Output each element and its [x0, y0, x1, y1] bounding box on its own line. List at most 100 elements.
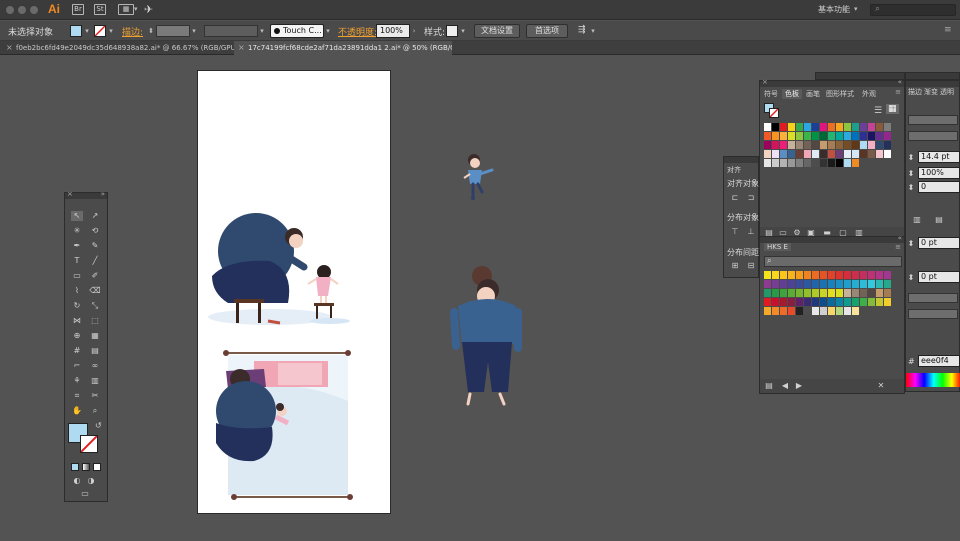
stroke-weight-field[interactable] — [156, 25, 190, 37]
shaper-tool-icon[interactable]: ⌇ — [71, 286, 83, 296]
screen-mode-icon[interactable]: ▭ — [79, 489, 91, 499]
opacity-field[interactable]: 100% — [376, 24, 410, 38]
hex-color-field[interactable]: eee0f4 — [918, 355, 960, 367]
color-spectrum[interactable] — [906, 373, 960, 387]
artboard[interactable] — [197, 70, 391, 514]
close-tab-icon[interactable]: × — [238, 41, 245, 55]
opacity-label[interactable]: 不透明度: — [338, 25, 377, 38]
brush-definition-select[interactable]: Touch C... — [270, 24, 324, 38]
collapse-panel-icon[interactable]: « — [898, 234, 902, 242]
arrange-icon[interactable]: ⇶ — [578, 25, 586, 35]
weight-field[interactable]: 14.4 pt — [918, 151, 960, 163]
tab-swatches[interactable]: 色板 — [782, 89, 802, 99]
active-stroke-swatch[interactable] — [769, 108, 779, 118]
list-view-icon[interactable]: ☰ — [874, 106, 882, 116]
arrange-documents-icon[interactable]: ▦ — [118, 4, 134, 15]
chevron-down-icon[interactable]: ▾ — [324, 24, 332, 38]
collapse-panel-icon[interactable]: » — [101, 190, 105, 198]
align-stroke-icon[interactable]: ▥ — [912, 215, 922, 225]
gpu-performance-icon[interactable]: ✈ — [144, 3, 153, 16]
panel-menu-icon[interactable]: ≡ — [944, 25, 952, 35]
scale-tool-icon[interactable]: ⤡ — [89, 301, 101, 311]
color-mode-icon[interactable] — [71, 463, 79, 471]
swatches-grid[interactable] — [764, 123, 892, 177]
zoom-window-icon[interactable] — [30, 6, 38, 14]
zoom-tool-icon[interactable]: ⌕ — [89, 406, 101, 416]
tab-transparency[interactable]: 透明 — [940, 87, 954, 97]
paintbrush-tool-icon[interactable]: ✐ — [89, 271, 101, 281]
perspective-grid-tool-icon[interactable]: ▦ — [89, 331, 101, 341]
chevron-down-icon[interactable]: ▾ — [190, 24, 198, 38]
stepper-icon[interactable]: ⬍ — [906, 153, 916, 163]
close-tab-icon[interactable]: × — [6, 41, 13, 55]
none-mode-icon[interactable] — [93, 463, 101, 471]
hand-tool-icon[interactable]: ✋ — [71, 406, 83, 416]
chevron-down-icon[interactable]: ▾ — [107, 24, 115, 38]
next-library-icon[interactable]: ▶ — [794, 381, 804, 391]
close-panel-icon[interactable]: × — [67, 190, 73, 198]
selection-tool-icon[interactable]: ↖ — [71, 211, 83, 221]
tools-icon[interactable]: ✕ — [876, 381, 886, 391]
magic-wand-tool-icon[interactable]: ✳ — [71, 226, 83, 236]
stepper-icon[interactable]: ⬍ — [906, 169, 916, 179]
rotate-tool-icon[interactable]: ↻ — [71, 301, 83, 311]
align-left-icon[interactable]: ⊏ — [730, 193, 740, 203]
align-stroke-outside-icon[interactable]: ▤ — [934, 215, 944, 225]
stroke-color-swatch[interactable] — [94, 25, 106, 37]
stepper-icon[interactable]: ⬍ — [147, 24, 155, 38]
preferences-button[interactable]: 首选项 — [526, 24, 568, 38]
document-setup-button[interactable]: 文档设置 — [474, 24, 520, 38]
eyedropper-tool-icon[interactable]: ⌐ — [71, 361, 83, 371]
bridge-icon[interactable]: Br — [72, 4, 84, 15]
swatch-libraries-icon[interactable]: ▤ — [764, 381, 774, 391]
shape-builder-tool-icon[interactable]: ⊕ — [71, 331, 83, 341]
close-panel-icon[interactable]: × — [762, 78, 768, 86]
stroke-color-box[interactable] — [80, 435, 98, 453]
search-input[interactable]: ⌕ — [870, 4, 956, 16]
fill-color-swatch[interactable] — [70, 25, 82, 37]
pen-tool-icon[interactable]: ✒ — [71, 241, 83, 251]
draw-behind-icon[interactable]: ◑ — [85, 476, 97, 486]
align-panel-header[interactable] — [724, 157, 758, 163]
mesh-tool-icon[interactable]: # — [71, 346, 83, 356]
variable-width-profile[interactable] — [204, 25, 258, 37]
canvas-figure-child[interactable] — [460, 150, 500, 206]
minimize-window-icon[interactable] — [18, 6, 26, 14]
tab-appearance[interactable]: 外观 — [862, 89, 876, 99]
stepper-icon[interactable]: ⬍ — [906, 273, 916, 283]
stepper-icon[interactable]: ⬍ — [906, 183, 916, 193]
tab-graphic-styles[interactable]: 图形样式 — [826, 89, 854, 99]
tab-brushes[interactable]: 画笔 — [806, 89, 820, 99]
swatches-panel-header[interactable]: × « — [760, 78, 904, 87]
eraser-tool-icon[interactable]: ⌫ — [89, 286, 101, 296]
blend-tool-icon[interactable]: ∞ — [89, 361, 101, 371]
stroke-label[interactable]: 描边: — [122, 25, 143, 38]
arrowhead-dropdown[interactable] — [908, 309, 958, 319]
distribute-vertical-icon[interactable]: ⊟ — [746, 261, 756, 271]
gradient-mode-icon[interactable] — [82, 463, 90, 471]
tab-stroke[interactable]: 描边 — [908, 87, 922, 97]
symbol-sprayer-tool-icon[interactable]: ⚘ — [71, 376, 83, 386]
cap-dropdown[interactable] — [908, 131, 958, 141]
tab-gradient[interactable]: 渐变 — [924, 87, 938, 97]
align-center-icon[interactable]: ⊐ — [746, 193, 756, 203]
dash-offset-field-1[interactable]: 0 pt — [918, 237, 960, 249]
document-tab-active[interactable]: × 17c74199fcf68cde2af71da23891dda1 2.ai*… — [234, 41, 452, 55]
hks-swatches-grid[interactable] — [764, 271, 892, 325]
chevron-down-icon[interactable]: ▾ — [589, 24, 597, 38]
draw-mode-icon[interactable]: ◐ — [71, 476, 83, 486]
workspace-switcher[interactable]: 基本功能 — [818, 4, 850, 15]
document-tab[interactable]: × f0eb2bc6fd49e2049dc35d648938a82.ai* @ … — [2, 41, 234, 55]
panel-menu-icon[interactable]: ≡ — [895, 243, 901, 251]
panel-menu-icon[interactable]: ≡ — [895, 88, 901, 96]
graphic-style-swatch[interactable] — [446, 25, 458, 37]
swatch-search-input[interactable]: ⌕ — [764, 256, 902, 267]
width-tool-icon[interactable]: ⋈ — [71, 316, 83, 326]
tools-panel-header[interactable]: × » — [65, 190, 107, 199]
distribute-top-icon[interactable]: ⊤ — [730, 227, 740, 237]
tab-symbols[interactable]: 符号 — [764, 89, 778, 99]
chevron-down-icon[interactable]: ▾ — [459, 24, 467, 38]
lasso-tool-icon[interactable]: ⟲ — [89, 226, 101, 236]
stepper-icon[interactable]: ⬍ — [906, 239, 916, 249]
line-segment-tool-icon[interactable]: ╱ — [89, 256, 101, 266]
